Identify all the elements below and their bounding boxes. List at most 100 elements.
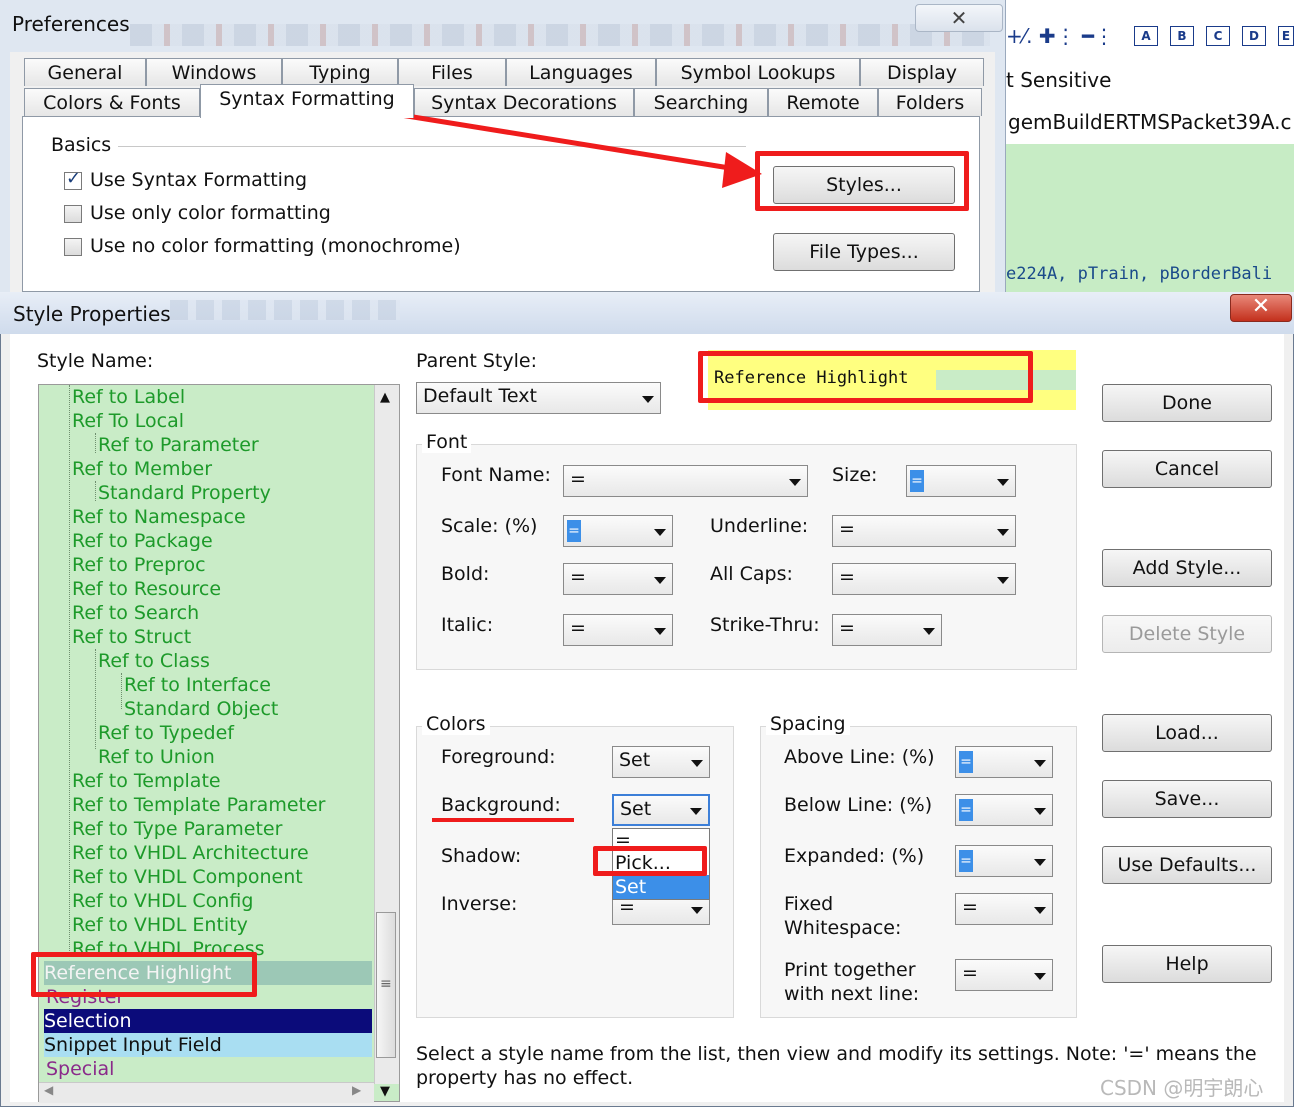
bold-dropdown[interactable]: = bbox=[563, 563, 673, 595]
strike-thru-value: = bbox=[839, 617, 855, 639]
tree-item[interactable]: Ref to Class bbox=[98, 649, 210, 673]
save-button[interactable]: Save... bbox=[1102, 780, 1272, 818]
scroll-up-icon[interactable]: ▲ bbox=[380, 390, 390, 405]
size-value: = bbox=[910, 470, 924, 492]
tree-item[interactable]: Standard Property bbox=[98, 481, 271, 505]
all-caps-value: = bbox=[839, 566, 855, 588]
background-label-underline bbox=[432, 818, 574, 822]
print-together-value: = bbox=[962, 962, 978, 984]
help-button[interactable]: Help bbox=[1102, 945, 1272, 983]
above-line-value: = bbox=[959, 751, 973, 773]
chevron-down-icon bbox=[654, 577, 666, 584]
load-button[interactable]: Load... bbox=[1102, 714, 1272, 752]
blurred-subtitle bbox=[170, 300, 400, 320]
size-dropdown[interactable]: = bbox=[906, 465, 1016, 497]
watermark: CSDN @明宇朗心 bbox=[1100, 1076, 1264, 1100]
underline-dropdown[interactable]: = bbox=[832, 515, 1016, 547]
below-line-dropdown[interactable]: = bbox=[955, 794, 1053, 826]
pick-option-highlight bbox=[593, 846, 707, 876]
hint-line-1: Select a style name from the list, then … bbox=[416, 1043, 1257, 1065]
tree-item[interactable]: Ref to Label bbox=[72, 385, 185, 409]
option-set[interactable]: Set bbox=[613, 875, 709, 899]
spacing-group-title: Spacing bbox=[766, 713, 850, 735]
parent-style-dropdown[interactable]: Default Text bbox=[416, 382, 661, 414]
delete-style-button[interactable]: Delete Style bbox=[1102, 615, 1272, 653]
scale-label: Scale: (%) bbox=[441, 515, 538, 537]
colors-group-title: Colors bbox=[422, 713, 490, 735]
use-defaults-button[interactable]: Use Defaults... bbox=[1102, 846, 1272, 884]
tab-syntax-formatting[interactable]: Syntax Formatting bbox=[200, 84, 414, 118]
cancel-button[interactable]: Cancel bbox=[1102, 450, 1272, 488]
tree-item[interactable]: Ref to VHDL Component bbox=[72, 865, 303, 889]
italic-value: = bbox=[570, 617, 586, 639]
background-dropdown[interactable]: Set bbox=[612, 794, 710, 826]
scroll-down-icon[interactable]: ▼ bbox=[380, 1084, 390, 1099]
scale-value: = bbox=[567, 520, 581, 542]
tree-item[interactable]: Ref to Parameter bbox=[98, 433, 259, 457]
scroll-left-icon[interactable]: ◀ bbox=[44, 1083, 53, 1097]
fixed-whitespace-label-1: Fixed bbox=[784, 893, 834, 915]
underline-value: = bbox=[839, 518, 855, 540]
tree-item[interactable]: Ref To Local bbox=[72, 409, 184, 433]
chevron-down-icon bbox=[923, 628, 935, 635]
tree-item[interactable]: Ref to VHDL Config bbox=[72, 889, 253, 913]
expanded-dropdown[interactable]: = bbox=[955, 845, 1053, 877]
foreground-dropdown[interactable]: Set bbox=[612, 746, 710, 778]
tree-item[interactable]: Ref to Package bbox=[72, 529, 213, 553]
preview-highlight-box bbox=[698, 351, 1033, 403]
below-line-value: = bbox=[959, 799, 973, 821]
tree-item[interactable]: Ref to Preproc bbox=[72, 553, 206, 577]
style-properties-title: Style Properties bbox=[13, 302, 171, 326]
italic-label: Italic: bbox=[441, 614, 494, 636]
fixed-whitespace-value: = bbox=[962, 896, 978, 918]
chevron-down-icon bbox=[997, 577, 1009, 584]
style-properties-close-icon[interactable]: ✕ bbox=[1230, 294, 1292, 322]
inverse-label: Inverse: bbox=[441, 893, 518, 915]
chevron-down-icon bbox=[1034, 973, 1046, 980]
style-name-label: Style Name: bbox=[37, 350, 154, 372]
tree-item[interactable]: Ref to Member bbox=[72, 457, 212, 481]
below-line-label: Below Line: (%) bbox=[784, 794, 933, 816]
all-caps-dropdown[interactable]: = bbox=[832, 563, 1016, 595]
done-button[interactable]: Done bbox=[1102, 384, 1272, 422]
strike-thru-label: Strike-Thru: bbox=[710, 614, 820, 636]
tree-item-snip[interactable]: Snippet Input Field bbox=[44, 1033, 372, 1057]
tree-item[interactable]: Ref to Struct bbox=[72, 625, 191, 649]
italic-dropdown[interactable]: = bbox=[563, 614, 673, 646]
add-style-button[interactable]: Add Style... bbox=[1102, 549, 1272, 587]
tree-item[interactable]: Ref to Type Parameter bbox=[72, 817, 282, 841]
reference-highlight-item-highlight bbox=[31, 952, 257, 997]
all-caps-label: All Caps: bbox=[710, 563, 793, 585]
print-together-dropdown[interactable]: = bbox=[955, 959, 1053, 991]
above-line-dropdown[interactable]: = bbox=[955, 746, 1053, 778]
chevron-down-icon bbox=[1034, 760, 1046, 767]
fixed-whitespace-dropdown[interactable]: = bbox=[955, 893, 1053, 925]
size-label: Size: bbox=[832, 464, 878, 486]
tree-item[interactable]: Ref to Typedef bbox=[98, 721, 234, 745]
tree-item[interactable]: Ref to Namespace bbox=[72, 505, 246, 529]
tree-item[interactable]: Ref to Union bbox=[98, 745, 215, 769]
tree-item[interactable]: Ref to Template bbox=[72, 769, 221, 793]
tree-item[interactable]: Ref to VHDL Architecture bbox=[72, 841, 309, 865]
background-label: Background: bbox=[441, 794, 561, 816]
tree-item[interactable]: Ref to VHDL Entity bbox=[72, 913, 248, 937]
scroll-right-icon[interactable]: ▶ bbox=[352, 1083, 361, 1097]
scale-dropdown[interactable]: = bbox=[563, 515, 673, 547]
scroll-grip-icon: ≡ bbox=[380, 976, 392, 992]
background-value: Set bbox=[620, 798, 652, 820]
chevron-down-icon bbox=[690, 808, 702, 815]
font-name-dropdown[interactable]: = bbox=[563, 465, 808, 497]
tree-horizontal-scrollbar[interactable] bbox=[39, 1082, 374, 1103]
strike-thru-dropdown[interactable]: = bbox=[832, 614, 942, 646]
font-group-title: Font bbox=[422, 431, 472, 453]
tree-item[interactable]: Standard Object bbox=[124, 697, 278, 721]
tree-item[interactable]: Ref to Template Parameter bbox=[72, 793, 325, 817]
font-name-value: = bbox=[570, 468, 586, 490]
tree-item-sel[interactable]: Selection bbox=[44, 1009, 372, 1033]
tree-item[interactable]: Ref to Resource bbox=[72, 577, 221, 601]
parent-style-label: Parent Style: bbox=[416, 350, 537, 372]
tree-item[interactable]: Ref to Interface bbox=[124, 673, 271, 697]
tree-item-purple[interactable]: Special bbox=[46, 1057, 114, 1081]
tree-item[interactable]: Ref to Search bbox=[72, 601, 199, 625]
foreground-label: Foreground: bbox=[441, 746, 556, 768]
